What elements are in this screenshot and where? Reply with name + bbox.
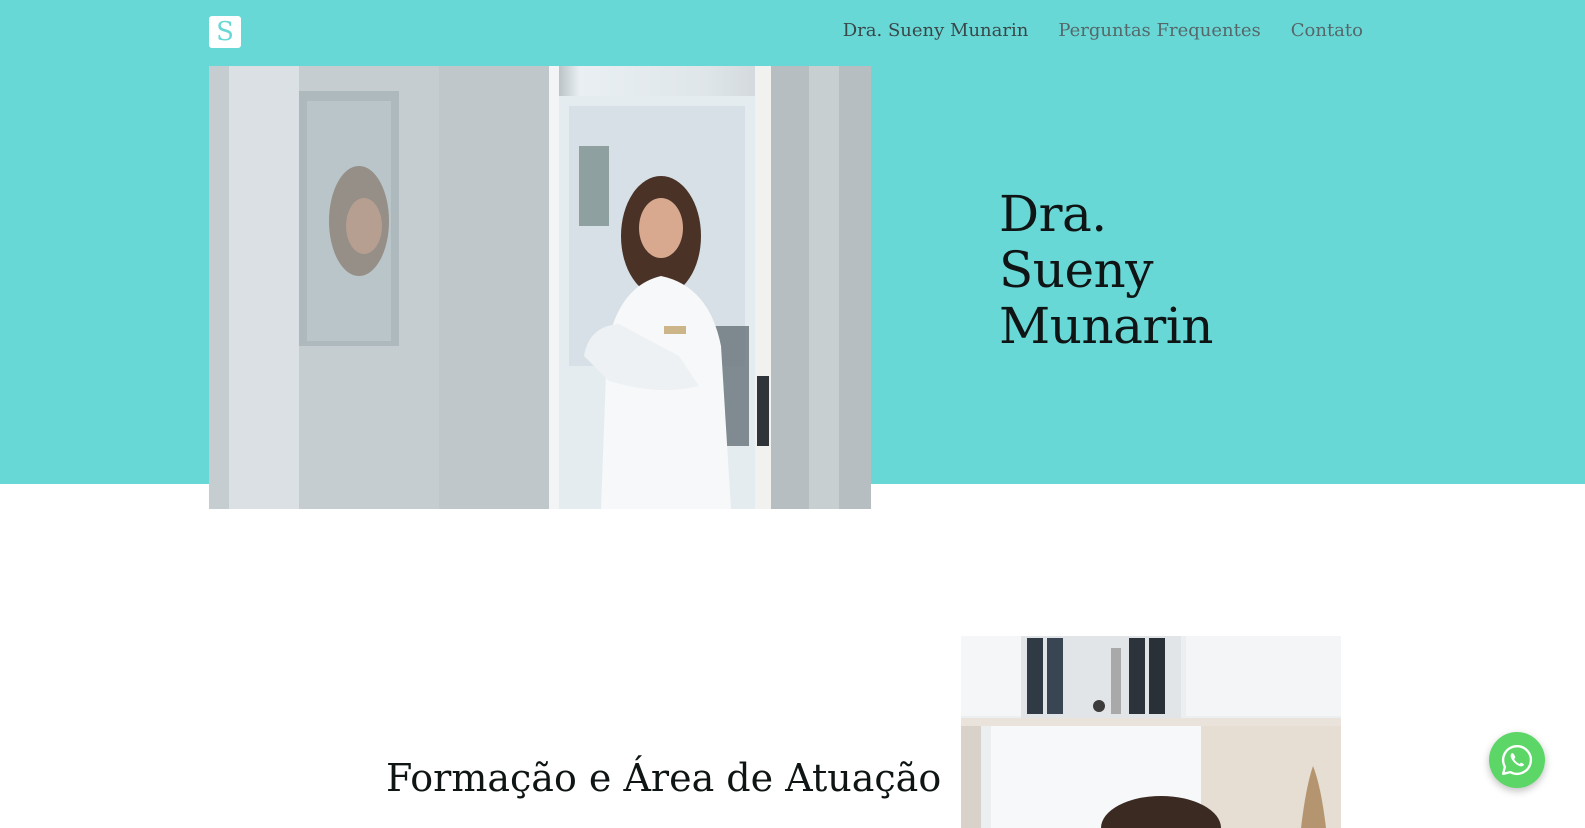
nav-link-contato[interactable]: Contato [1291,20,1363,41]
hero-title-line-1: Dra. [999,185,1107,243]
logo-letter: S [216,17,234,47]
hero-photo [209,66,871,509]
section-title: Formação e Área de Atuação [386,756,942,800]
main-nav: Dra. Sueny Munarin Perguntas Frequentes … [843,20,1363,41]
nav-link-dra-sueny-munarin[interactable]: Dra. Sueny Munarin [843,20,1029,41]
hero-title-line-2: Sueny [999,241,1154,299]
whatsapp-icon [1501,745,1532,775]
page: S Dra. Sueny Munarin Perguntas Frequente… [0,0,1585,828]
nav-link-perguntas-frequentes[interactable]: Perguntas Frequentes [1058,20,1260,41]
logo[interactable]: S [209,16,241,48]
hero-title-line-3: Munarin [999,297,1214,355]
whatsapp-button[interactable] [1489,732,1545,788]
hero-title: Dra. Sueny Munarin [999,185,1214,355]
office-photo [961,636,1341,828]
